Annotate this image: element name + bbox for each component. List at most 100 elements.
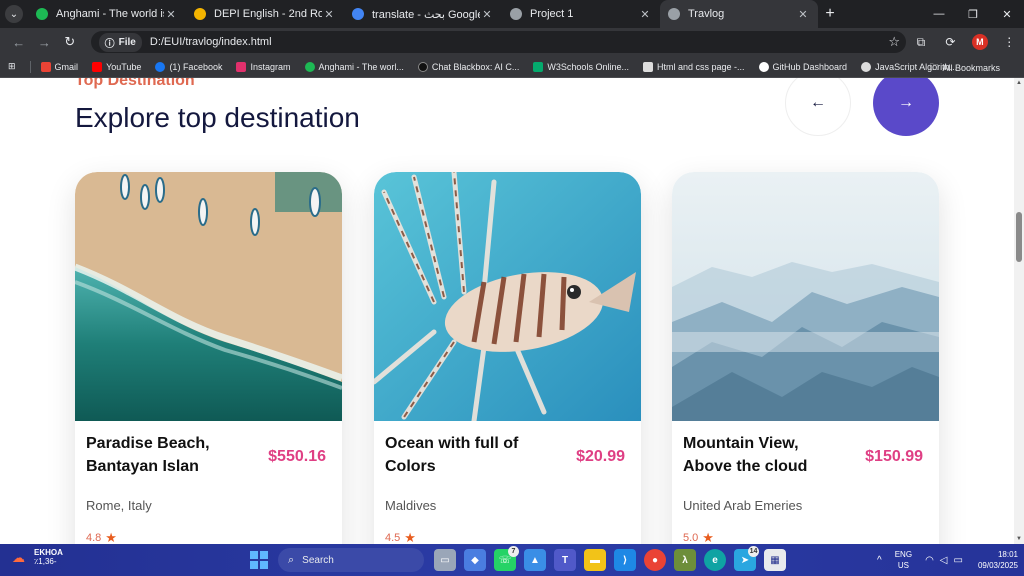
taskbar-apps: ⌕ Search ▭ ◆ ☏ 7 ▲ T ▬ ⟩ ● λ e ➤ 14 ▦ [250, 546, 790, 572]
task-view-icon[interactable]: ▭ [434, 549, 456, 571]
page-scrollbar[interactable]: ▲ ▼ [1014, 78, 1024, 544]
tab-anghami[interactable]: Anghami - The world is listening ✕ [28, 0, 186, 28]
gmail-icon [40, 61, 51, 72]
chrome-icon[interactable]: ● [644, 549, 666, 571]
close-icon[interactable]: ✕ [638, 8, 652, 21]
previous-button[interactable]: ← [785, 78, 851, 136]
site-info-chip[interactable]: ⓘ File [98, 32, 142, 52]
profile-avatar[interactable]: M [965, 34, 994, 50]
whatsapp-icon[interactable]: ☏ 7 [494, 546, 519, 571]
chip-label: File [118, 36, 136, 48]
system-tray: ^ ENG US ◠ ◁ ▭ 18:01 09/03/2025 [874, 548, 1018, 572]
destination-card[interactable]: Ocean with full of Colors $20.99 Maldive… [374, 172, 641, 544]
scroll-up-icon[interactable]: ▲ [1014, 80, 1024, 86]
tab-search-button[interactable]: ⌄ [0, 0, 28, 28]
bookmark-html-css[interactable]: Html and css page -... [642, 61, 745, 72]
bookmark-label: Chat Blackbox: AI C... [431, 61, 520, 72]
restore-icon[interactable]: ❐ [956, 0, 990, 28]
windows-start-icon[interactable] [250, 551, 268, 569]
page-viewport: Top Destination Explore top destination … [0, 78, 1014, 544]
tab-translate[interactable]: translate - بحث Google ✕ [344, 0, 502, 28]
bookmark-facebook[interactable]: (1) Facebook [155, 61, 222, 72]
section-subtitle: Top Destination [75, 78, 195, 89]
tab-travlog[interactable]: Travlog ✕ [660, 0, 818, 28]
tab-title: DEPI English - 2nd Round - Go [214, 8, 322, 20]
taskbar-search[interactable]: ⌕ Search [278, 548, 424, 572]
wifi-icon[interactable]: ◠ [925, 555, 934, 566]
google-favicon-icon [352, 8, 364, 20]
apps-grid-icon[interactable]: ⊞ [8, 61, 16, 72]
language-indicator[interactable]: ENG US [895, 549, 912, 571]
bookmark-github[interactable]: GitHub Dashboard [758, 61, 848, 72]
card-rating: 5.0 ★ [683, 530, 714, 544]
rating-value: 5.0 [683, 532, 699, 544]
info-icon: ⓘ [104, 38, 115, 50]
bookmark-label: Anghami - The worl... [318, 61, 404, 72]
beach-image [75, 172, 342, 421]
edge-icon[interactable]: e [704, 549, 726, 571]
close-icon[interactable]: ✕ [164, 8, 178, 21]
close-icon[interactable]: ✕ [480, 8, 494, 21]
search-icon: ⌕ [288, 553, 295, 566]
anghami-icon [304, 61, 315, 72]
facebook-icon [155, 61, 166, 72]
bookmark-w3schools[interactable]: W3Schools Online... [533, 61, 629, 72]
bookmark-instagram[interactable]: Instagram [236, 61, 291, 72]
next-button[interactable]: → [873, 78, 939, 136]
instagram-icon [236, 61, 247, 72]
tab-title: Anghami - The world is listening [56, 8, 164, 20]
bookmark-blackbox[interactable]: Chat Blackbox: AI C... [417, 61, 520, 72]
minimize-icon[interactable]: — [922, 0, 956, 28]
chevron-up-icon[interactable]: ^ [877, 555, 882, 566]
region-code: US [897, 561, 909, 570]
window-controls: — ❐ ✕ [922, 0, 1024, 28]
mountains-image [672, 172, 939, 421]
card-price: $150.99 [865, 448, 923, 465]
sync-icon[interactable]: ⟳ [936, 35, 965, 49]
bookmark-label: Instagram [250, 61, 291, 72]
file-explorer-icon[interactable]: ▬ [584, 549, 606, 571]
anghami-favicon-icon [36, 8, 48, 20]
battery-icon[interactable]: ▭ [954, 555, 963, 566]
arrow-right-icon: → [898, 94, 914, 111]
close-icon[interactable]: ✕ [322, 8, 336, 21]
scrollbar-thumb[interactable] [1016, 212, 1022, 262]
bookmark-gmail[interactable]: Gmail [40, 61, 78, 72]
more-menu-icon[interactable]: ⋮ [995, 35, 1024, 49]
store-icon[interactable]: ▦ [764, 549, 786, 571]
bookmark-youtube[interactable]: YouTube [92, 61, 142, 72]
reload-icon[interactable]: ↻ [57, 34, 83, 50]
clock[interactable]: 18:01 09/03/2025 [978, 549, 1018, 571]
chevron-down-icon: ⌄ [5, 5, 23, 23]
copilot-icon[interactable]: ◆ [464, 549, 486, 571]
bookmark-label: YouTube [106, 61, 142, 72]
bookmark-label: GitHub Dashboard [772, 61, 848, 72]
bookmark-star-icon[interactable]: ☆ [882, 34, 906, 50]
vscode-icon[interactable]: ⟩ [614, 549, 636, 571]
bookmark-label: Html and css page -... [656, 61, 745, 72]
search-placeholder: Search [302, 554, 334, 566]
back-arrow-icon[interactable]: ← [6, 35, 32, 50]
photos-icon[interactable]: ▲ [524, 549, 546, 571]
all-bookmarks[interactable]: 🗀 All Bookmarks [929, 60, 1000, 76]
drive-favicon-icon [194, 8, 206, 20]
new-tab-button[interactable]: + [818, 5, 842, 23]
weather-widget[interactable]: ☁ EKHOA ٪1,36- [12, 548, 63, 566]
destination-card[interactable]: Mountain View, Above the cloud $150.99 U… [672, 172, 939, 544]
scroll-down-icon[interactable]: ▼ [1014, 536, 1024, 542]
notification-badge: 14 [748, 546, 759, 557]
extensions-icon[interactable]: ⧉ [906, 35, 935, 50]
telegram-icon[interactable]: ➤ 14 [734, 546, 759, 571]
destination-card[interactable]: Paradise Beach, Bantayan Islan $550.16 R… [75, 172, 342, 544]
teams-icon[interactable]: T [554, 549, 576, 571]
volume-icon[interactable]: ◁ [940, 555, 948, 566]
address-bar[interactable]: ⓘ File D:/EUI/travlog/index.html ☆ [90, 31, 907, 53]
close-window-icon[interactable]: ✕ [990, 0, 1024, 28]
bookmark-anghami[interactable]: Anghami - The worl... [304, 61, 404, 72]
lambda-icon[interactable]: λ [674, 549, 696, 571]
tab-depi[interactable]: DEPI English - 2nd Round - Go ✕ [186, 0, 344, 28]
bookmark-label: W3Schools Online... [547, 61, 629, 72]
close-icon[interactable]: ✕ [796, 8, 810, 21]
tab-project-1[interactable]: Project 1 ✕ [502, 0, 660, 28]
forward-arrow-icon[interactable]: → [32, 35, 58, 50]
